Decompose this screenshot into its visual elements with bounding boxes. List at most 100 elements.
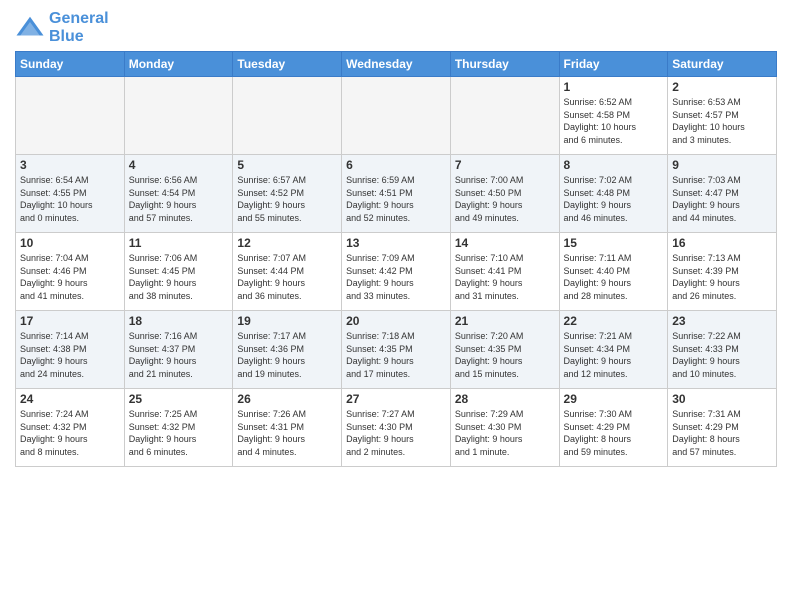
calendar-cell: 14 Sunrise: 7:10 AM Sunset: 4:41 PM Dayli… — [450, 233, 559, 311]
day-number: 6 — [346, 158, 446, 172]
calendar-cell: 23 Sunrise: 7:22 AM Sunset: 4:33 PM Dayli… — [668, 311, 777, 389]
day-number: 11 — [129, 236, 229, 250]
day-number: 28 — [455, 392, 555, 406]
day-number: 14 — [455, 236, 555, 250]
day-info: Sunrise: 6:59 AM Sunset: 4:51 PM Dayligh… — [346, 174, 446, 224]
day-number: 20 — [346, 314, 446, 328]
day-info: Sunrise: 6:53 AM Sunset: 4:57 PM Dayligh… — [672, 96, 772, 146]
calendar-cell: 9 Sunrise: 7:03 AM Sunset: 4:47 PM Daylig… — [668, 155, 777, 233]
day-info: Sunrise: 7:18 AM Sunset: 4:35 PM Dayligh… — [346, 330, 446, 380]
day-info: Sunrise: 7:24 AM Sunset: 4:32 PM Dayligh… — [20, 408, 120, 458]
weekday-saturday: Saturday — [668, 52, 777, 77]
day-number: 17 — [20, 314, 120, 328]
day-number: 19 — [237, 314, 337, 328]
weekday-friday: Friday — [559, 52, 668, 77]
week-row-2: 3 Sunrise: 6:54 AM Sunset: 4:55 PM Daylig… — [16, 155, 777, 233]
day-number: 27 — [346, 392, 446, 406]
day-info: Sunrise: 7:11 AM Sunset: 4:40 PM Dayligh… — [564, 252, 664, 302]
day-info: Sunrise: 7:13 AM Sunset: 4:39 PM Dayligh… — [672, 252, 772, 302]
day-number: 16 — [672, 236, 772, 250]
day-number: 9 — [672, 158, 772, 172]
calendar-cell: 11 Sunrise: 7:06 AM Sunset: 4:45 PM Dayli… — [124, 233, 233, 311]
calendar-cell: 6 Sunrise: 6:59 AM Sunset: 4:51 PM Daylig… — [342, 155, 451, 233]
day-number: 21 — [455, 314, 555, 328]
day-info: Sunrise: 7:27 AM Sunset: 4:30 PM Dayligh… — [346, 408, 446, 458]
calendar-cell: 29 Sunrise: 7:30 AM Sunset: 4:29 PM Dayli… — [559, 389, 668, 467]
week-row-4: 17Sunrise: 7:14 AM Sunset: 4:38 PM Dayli… — [16, 311, 777, 389]
calendar-cell: 3 Sunrise: 6:54 AM Sunset: 4:55 PM Daylig… — [16, 155, 125, 233]
day-number: 10 — [20, 236, 120, 250]
calendar-cell: 10 Sunrise: 7:04 AM Sunset: 4:46 PM Dayli… — [16, 233, 125, 311]
day-number: 23 — [672, 314, 772, 328]
calendar-cell: 19 Sunrise: 7:17 AM Sunset: 4:36 PM Dayli… — [233, 311, 342, 389]
calendar-cell: 13 Sunrise: 7:09 AM Sunset: 4:42 PM Dayli… — [342, 233, 451, 311]
day-info: Sunrise: 6:54 AM Sunset: 4:55 PM Dayligh… — [20, 174, 120, 224]
day-number: 24 — [20, 392, 120, 406]
day-info: Sunrise: 6:57 AM Sunset: 4:52 PM Dayligh… — [237, 174, 337, 224]
calendar-cell — [233, 77, 342, 155]
calendar-cell: 18Sunrise: 7:16 AM Sunset: 4:37 PM Dayli… — [124, 311, 233, 389]
week-row-3: 10 Sunrise: 7:04 AM Sunset: 4:46 PM Dayli… — [16, 233, 777, 311]
day-number: 3 — [20, 158, 120, 172]
calendar-cell: 15 Sunrise: 7:11 AM Sunset: 4:40 PM Dayli… — [559, 233, 668, 311]
calendar-cell: 25Sunrise: 7:25 AM Sunset: 4:32 PM Dayli… — [124, 389, 233, 467]
calendar-cell: 21 Sunrise: 7:20 AM Sunset: 4:35 PM Dayli… — [450, 311, 559, 389]
weekday-sunday: Sunday — [16, 52, 125, 77]
day-info: Sunrise: 7:21 AM Sunset: 4:34 PM Dayligh… — [564, 330, 664, 380]
page-container: General Blue SundayMondayTuesdayWednesda… — [0, 0, 792, 612]
day-info: Sunrise: 7:09 AM Sunset: 4:42 PM Dayligh… — [346, 252, 446, 302]
day-number: 15 — [564, 236, 664, 250]
day-info: Sunrise: 7:00 AM Sunset: 4:50 PM Dayligh… — [455, 174, 555, 224]
calendar-cell — [124, 77, 233, 155]
logo: General Blue — [15, 10, 109, 45]
calendar-cell: 26 Sunrise: 7:26 AM Sunset: 4:31 PM Dayli… — [233, 389, 342, 467]
day-info: Sunrise: 7:16 AM Sunset: 4:37 PM Dayligh… — [129, 330, 229, 380]
day-number: 22 — [564, 314, 664, 328]
calendar-cell — [342, 77, 451, 155]
calendar-cell: 30 Sunrise: 7:31 AM Sunset: 4:29 PM Dayli… — [668, 389, 777, 467]
day-number: 8 — [564, 158, 664, 172]
calendar-cell — [16, 77, 125, 155]
calendar-cell: 7 Sunrise: 7:00 AM Sunset: 4:50 PM Daylig… — [450, 155, 559, 233]
calendar-cell: 4Sunrise: 6:56 AM Sunset: 4:54 PM Daylig… — [124, 155, 233, 233]
day-info: Sunrise: 7:31 AM Sunset: 4:29 PM Dayligh… — [672, 408, 772, 458]
day-info: Sunrise: 7:06 AM Sunset: 4:45 PM Dayligh… — [129, 252, 229, 302]
day-number: 5 — [237, 158, 337, 172]
day-info: Sunrise: 7:29 AM Sunset: 4:30 PM Dayligh… — [455, 408, 555, 458]
day-info: Sunrise: 7:26 AM Sunset: 4:31 PM Dayligh… — [237, 408, 337, 458]
calendar-cell: 24 Sunrise: 7:24 AM Sunset: 4:32 PM Dayli… — [16, 389, 125, 467]
calendar-cell: 27 Sunrise: 7:27 AM Sunset: 4:30 PM Dayli… — [342, 389, 451, 467]
day-number: 12 — [237, 236, 337, 250]
day-info: Sunrise: 7:07 AM Sunset: 4:44 PM Dayligh… — [237, 252, 337, 302]
weekday-monday: Monday — [124, 52, 233, 77]
day-info: Sunrise: 7:25 AM Sunset: 4:32 PM Dayligh… — [129, 408, 229, 458]
calendar-cell — [450, 77, 559, 155]
day-info: Sunrise: 7:10 AM Sunset: 4:41 PM Dayligh… — [455, 252, 555, 302]
calendar-cell: 5 Sunrise: 6:57 AM Sunset: 4:52 PM Daylig… — [233, 155, 342, 233]
weekday-wednesday: Wednesday — [342, 52, 451, 77]
day-info: Sunrise: 7:03 AM Sunset: 4:47 PM Dayligh… — [672, 174, 772, 224]
weekday-tuesday: Tuesday — [233, 52, 342, 77]
week-row-1: 1Sunrise: 6:52 AM Sunset: 4:58 PM Daylig… — [16, 77, 777, 155]
week-row-5: 24 Sunrise: 7:24 AM Sunset: 4:32 PM Dayli… — [16, 389, 777, 467]
day-info: Sunrise: 7:02 AM Sunset: 4:48 PM Dayligh… — [564, 174, 664, 224]
day-info: Sunrise: 7:17 AM Sunset: 4:36 PM Dayligh… — [237, 330, 337, 380]
calendar-cell: 8 Sunrise: 7:02 AM Sunset: 4:48 PM Daylig… — [559, 155, 668, 233]
day-info: Sunrise: 7:30 AM Sunset: 4:29 PM Dayligh… — [564, 408, 664, 458]
calendar-cell: 22 Sunrise: 7:21 AM Sunset: 4:34 PM Dayli… — [559, 311, 668, 389]
calendar-cell: 1Sunrise: 6:52 AM Sunset: 4:58 PM Daylig… — [559, 77, 668, 155]
day-info: Sunrise: 7:20 AM Sunset: 4:35 PM Dayligh… — [455, 330, 555, 380]
day-number: 26 — [237, 392, 337, 406]
day-number: 1 — [564, 80, 664, 94]
day-number: 7 — [455, 158, 555, 172]
calendar-cell: 28 Sunrise: 7:29 AM Sunset: 4:30 PM Dayli… — [450, 389, 559, 467]
day-number: 29 — [564, 392, 664, 406]
logo-text: General Blue — [49, 10, 109, 45]
day-info: Sunrise: 7:04 AM Sunset: 4:46 PM Dayligh… — [20, 252, 120, 302]
day-number: 30 — [672, 392, 772, 406]
calendar-cell: 12 Sunrise: 7:07 AM Sunset: 4:44 PM Dayli… — [233, 233, 342, 311]
day-info: Sunrise: 7:22 AM Sunset: 4:33 PM Dayligh… — [672, 330, 772, 380]
day-number: 13 — [346, 236, 446, 250]
calendar-cell: 17Sunrise: 7:14 AM Sunset: 4:38 PM Dayli… — [16, 311, 125, 389]
day-number: 4 — [129, 158, 229, 172]
